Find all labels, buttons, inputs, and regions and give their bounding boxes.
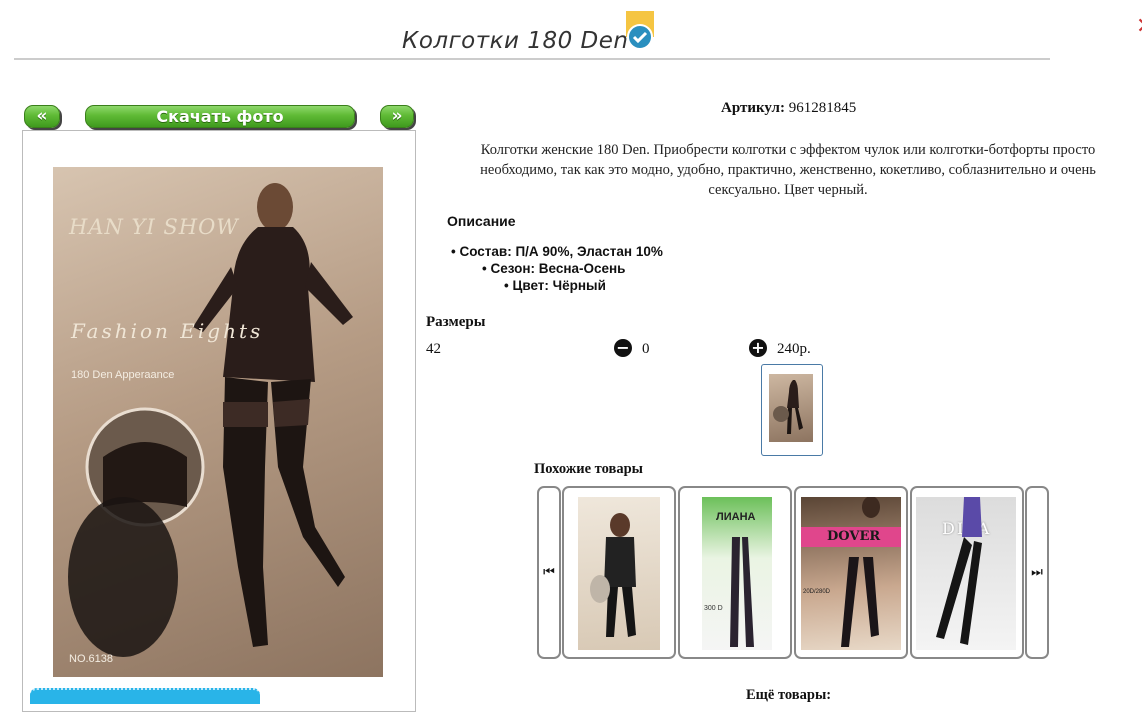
similar-product-caption: 300 D	[704, 605, 723, 612]
article-line: Артикул: 961281845	[721, 100, 856, 117]
next-photo-button[interactable]: »	[380, 105, 414, 128]
photo-script-text: Fashion Eights	[71, 319, 264, 343]
sizes-heading: Размеры	[426, 314, 486, 330]
similar-product-caption: 20D/280D	[803, 589, 831, 595]
quantity-value: 0	[642, 341, 650, 357]
similar-products-heading: Похожие товары	[534, 461, 643, 477]
increase-quantity-button[interactable]: +	[749, 339, 767, 357]
spec-text: Сезон: Весна-Осень	[490, 261, 626, 276]
spec-text: Состав: П/А 90%, Эластан 10%	[459, 244, 663, 259]
spec-text: Цвет: Чёрный	[512, 278, 606, 293]
spec-item: • Сезон: Весна-Осень	[482, 261, 626, 276]
photo-number-text: NO.6138	[69, 653, 114, 665]
more-products-heading: Ещё товары:	[746, 687, 832, 703]
similar-product-card[interactable]: ЛИАНА 300 D	[678, 486, 792, 659]
header-divider	[14, 58, 1050, 60]
article-label: Артикул:	[721, 100, 785, 116]
page-title: Колготки 180 Den	[402, 28, 629, 54]
close-icon[interactable]: ✕	[1136, 14, 1142, 39]
similar-product-image[interactable]	[578, 497, 660, 650]
carousel-prev-button[interactable]: ⏮	[537, 486, 561, 659]
similar-product-card[interactable]: DOVER 20D/280D	[794, 486, 908, 659]
article-value: 961281845	[788, 100, 857, 116]
product-photo[interactable]: HAN YI SHOW Fashion Eights 180 Den Apper…	[53, 167, 383, 677]
spec-item: • Цвет: Чёрный	[504, 278, 606, 293]
spec-item: • Состав: П/А 90%, Эластан 10%	[451, 244, 663, 259]
bottom-blue-tab[interactable]	[30, 688, 260, 704]
carousel-next-button[interactable]: ⏭	[1025, 486, 1049, 659]
similar-product-image[interactable]: DIVA	[916, 497, 1016, 650]
verified-badge-icon	[626, 11, 654, 51]
specs-heading: Описание	[447, 213, 516, 229]
decrease-quantity-button[interactable]: −	[614, 339, 632, 357]
photo-subtitle-text: 180 Den Apperaance	[71, 369, 175, 381]
download-photo-button[interactable]: Скачать фото	[85, 105, 355, 128]
size-value: 42	[426, 341, 441, 357]
price-value: 240р.	[777, 341, 811, 357]
photo-brand-text: HAN YI SHOW	[69, 215, 239, 239]
similar-product-card[interactable]: DIVA	[910, 486, 1024, 659]
product-description: Колготки женские 180 Den. Приобрести кол…	[480, 142, 1096, 198]
previous-photo-button[interactable]: «	[24, 105, 60, 128]
thumbnail-image[interactable]	[769, 374, 813, 442]
similar-product-card[interactable]	[562, 486, 676, 659]
similar-product-image[interactable]: DOVER 20D/280D	[801, 497, 901, 650]
similar-product-image[interactable]: ЛИАНА 300 D	[702, 497, 772, 650]
